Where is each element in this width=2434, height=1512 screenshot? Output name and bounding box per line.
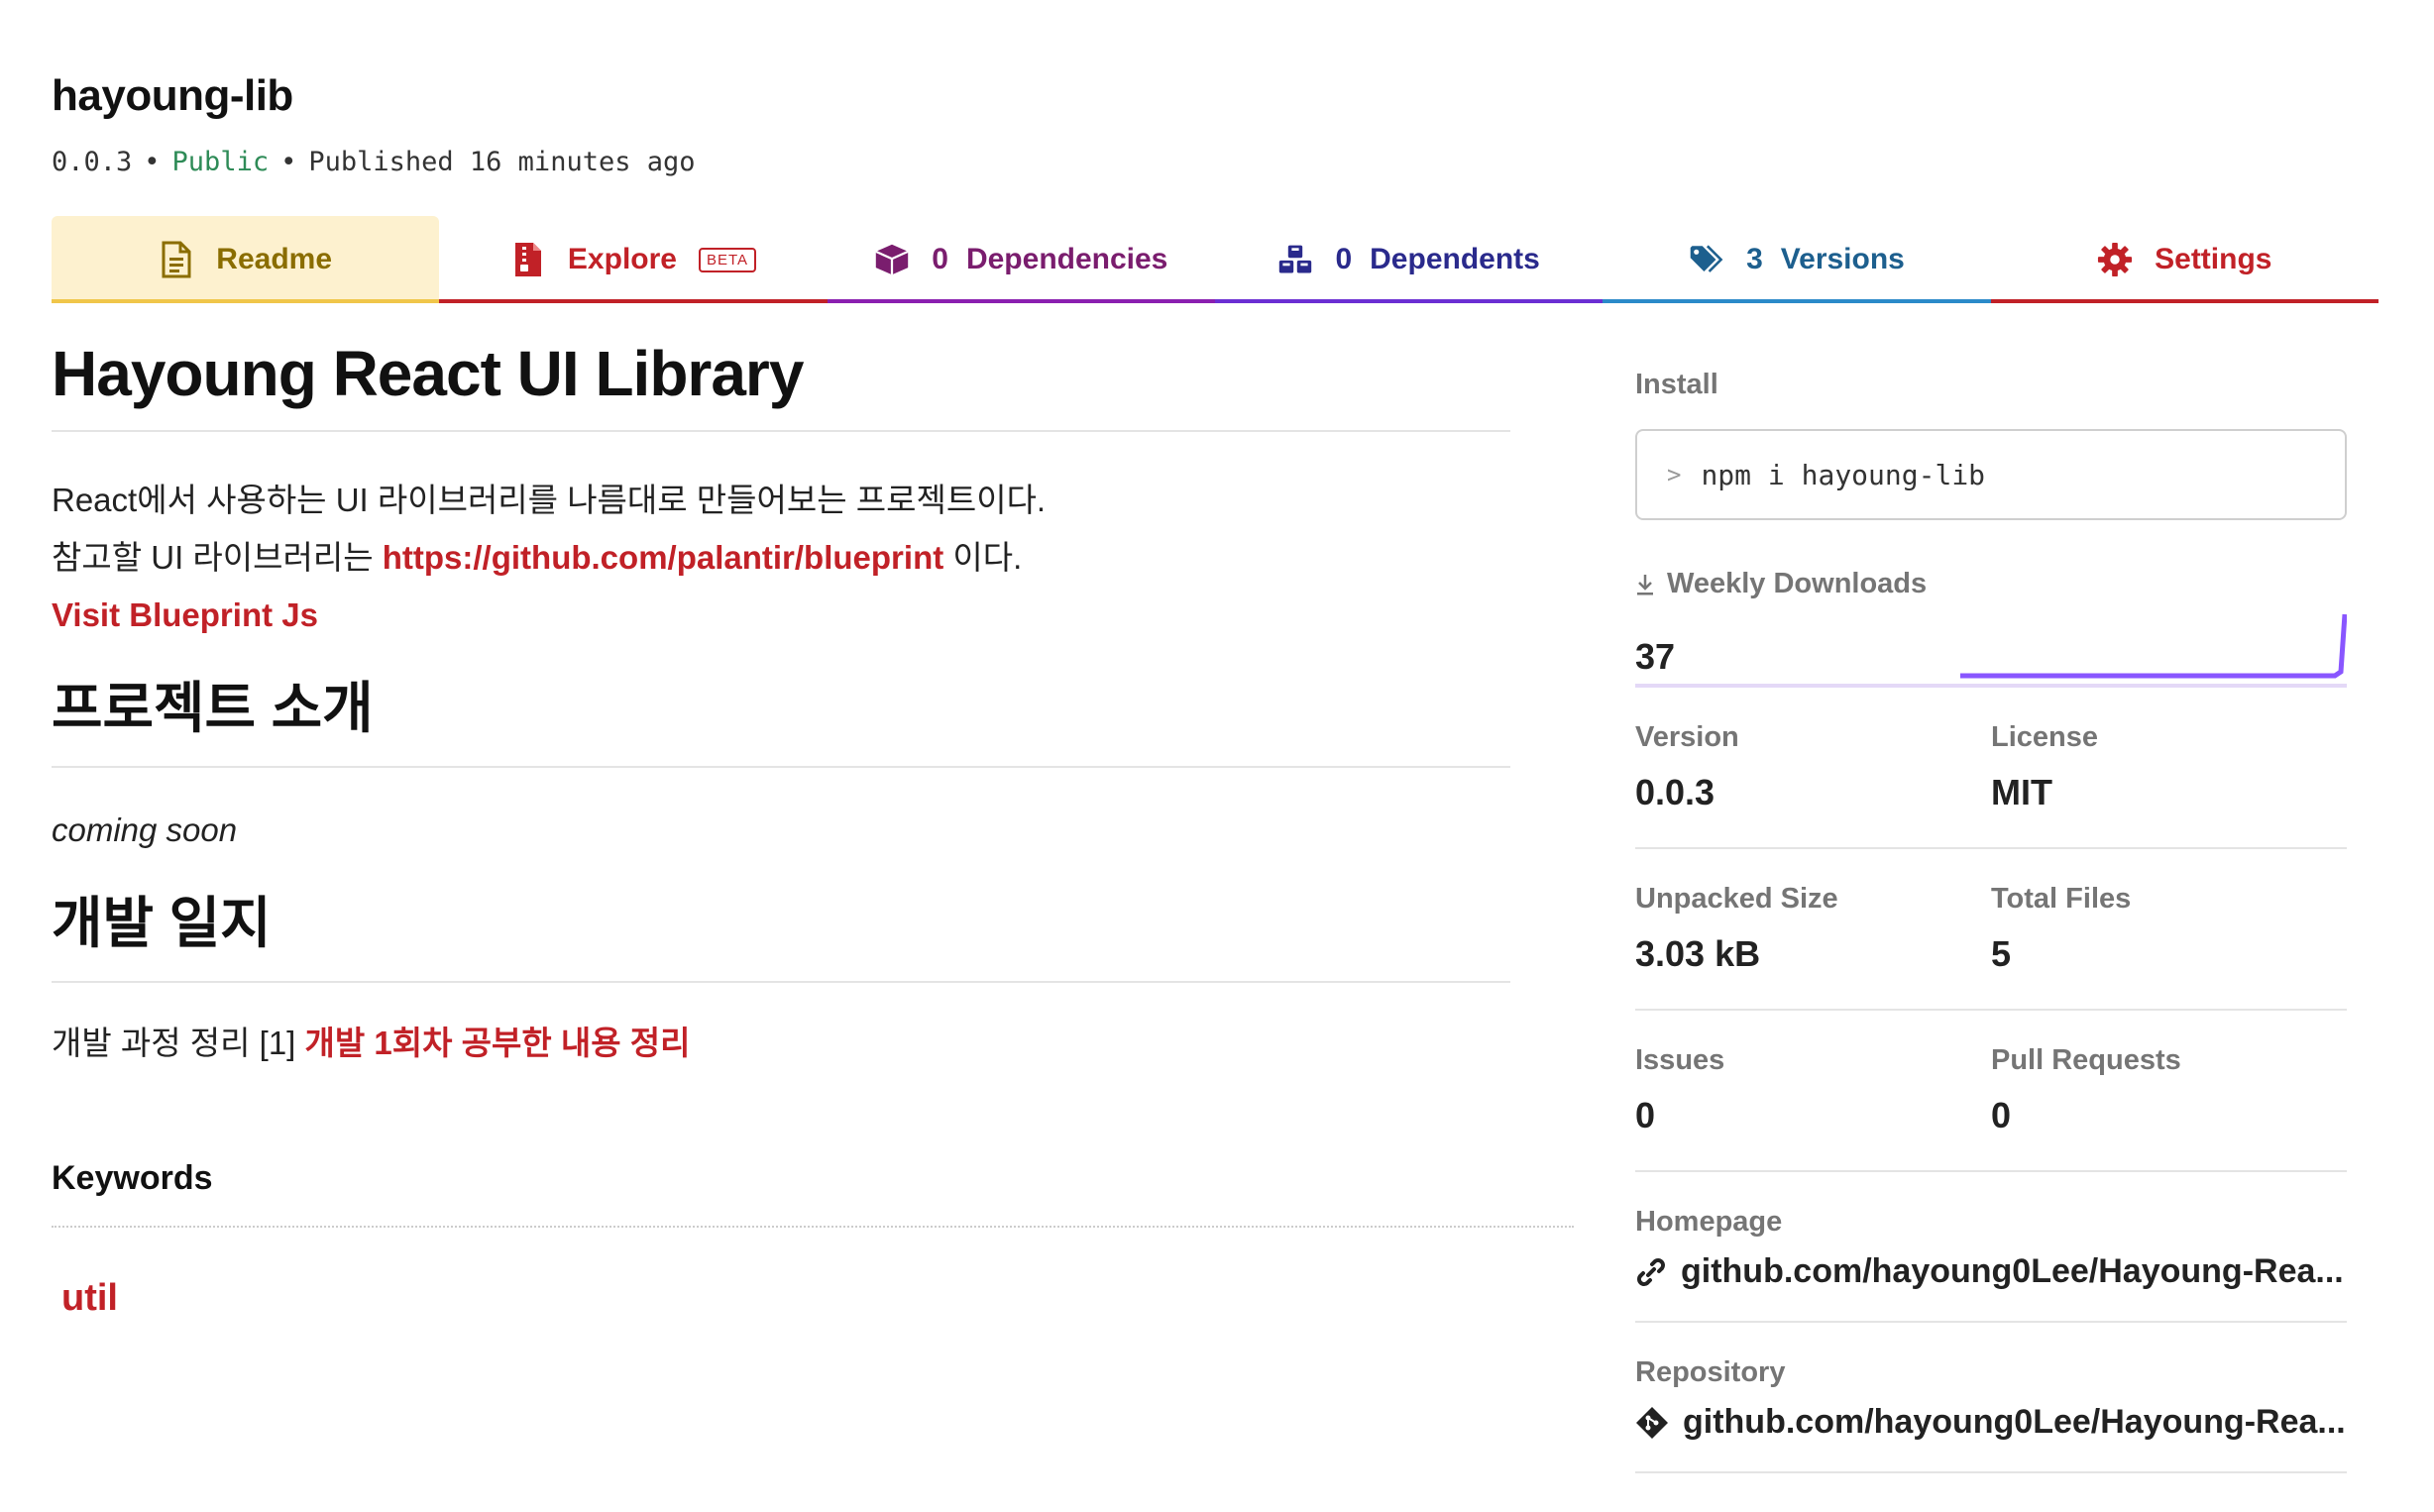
- weekly-downloads-label: Weekly Downloads: [1667, 568, 1928, 599]
- license-cell: License MIT: [1991, 721, 2347, 813]
- versions-count: 3: [1746, 243, 1763, 275]
- issues-value: 0: [1635, 1095, 1656, 1135]
- keyword-link[interactable]: util: [61, 1277, 118, 1320]
- terminal-prompt-icon: >: [1667, 461, 1682, 488]
- git-icon: [1635, 1406, 1669, 1440]
- tab-readme-label: Readme: [216, 243, 333, 275]
- keywords-heading: Keywords: [52, 1159, 1574, 1228]
- homepage-block: Homepage github.com/hayoung0Lee/Hayoung-…: [1635, 1172, 2347, 1323]
- issues-cell[interactable]: Issues 0: [1635, 1044, 1991, 1136]
- pull-requests-label: Pull Requests: [1991, 1044, 2181, 1076]
- license-value: MIT: [1991, 772, 2052, 812]
- package-sidebar: Install > npm i hayoung-lib Weekly Downl…: [1635, 369, 2347, 1473]
- tab-dependencies[interactable]: 0 Dependencies: [827, 216, 1216, 303]
- visit-blueprint-link[interactable]: Visit Blueprint Js: [52, 596, 318, 633]
- intro-suffix: 이다.: [943, 539, 1023, 576]
- version-label: Version: [1635, 721, 1739, 753]
- devlog-prefix: 개발 과정 정리 [1]: [52, 1025, 305, 1061]
- version-value: 0.0.3: [1635, 772, 1715, 812]
- total-files-value: 5: [1991, 933, 2012, 974]
- repository-label: Repository: [1635, 1356, 1786, 1388]
- unpacked-size-label: Unpacked Size: [1635, 883, 1838, 915]
- install-label: Install: [1635, 369, 1718, 400]
- section-devlog-body: 개발 과정 정리 [1] 개발 1회차 공부한 내용 정리: [52, 1015, 1510, 1072]
- tab-dependents-label: Dependents: [1370, 243, 1540, 275]
- total-files-label: Total Files: [1991, 883, 2132, 915]
- tab-readme[interactable]: Readme: [52, 216, 440, 303]
- tab-versions-label: Versions: [1780, 243, 1905, 275]
- version-cell: Version 0.0.3: [1635, 721, 1991, 813]
- section-project-intro-heading: 프로젝트 소개: [52, 664, 1510, 768]
- intro-prefix: 참고할 UI 라이브러리는: [52, 539, 383, 576]
- tab-dependencies-label: Dependencies: [965, 243, 1168, 275]
- published-time: Published 16 minutes ago: [308, 147, 696, 177]
- repository-url: github.com/hayoung0Lee/Hayoung-Rea...: [1683, 1403, 2346, 1441]
- weekly-downloads-value: 37: [1635, 636, 1676, 677]
- pull-requests-cell[interactable]: Pull Requests 0: [1991, 1044, 2347, 1136]
- link-icon: [1635, 1256, 1667, 1288]
- section-devlog-heading: 개발 일지: [52, 879, 1510, 983]
- tab-settings-label: Settings: [2155, 243, 2272, 275]
- download-icon: [1635, 573, 1655, 596]
- pull-requests-value: 0: [1991, 1095, 2012, 1135]
- readme-intro-line1: React에서 사용하는 UI 라이브러리를 나름대로 만들어보는 프로젝트이다…: [52, 482, 1047, 518]
- weekly-downloads-header: Weekly Downloads: [1635, 568, 2347, 600]
- tags-icon: [1689, 242, 1724, 277]
- issues-prs-row: Issues 0 Pull Requests 0: [1635, 1011, 2347, 1172]
- weekly-downloads-row: 37: [1635, 613, 2347, 688]
- dependencies-count: 0: [932, 243, 948, 275]
- repository-block: Repository github.com/hayoung0Lee/Hayoun…: [1635, 1323, 2347, 1473]
- package-version: 0.0.3: [52, 147, 133, 177]
- package-name: hayoung-lib: [52, 71, 293, 120]
- separator-dot: •: [144, 147, 161, 177]
- devlog-link[interactable]: 개발 1회차 공부한 내용 정리: [305, 1025, 691, 1061]
- readme-intro-line2: 참고할 UI 라이브러리는 https://github.com/palanti…: [52, 529, 1510, 587]
- readme-content: Hayoung React UI Library React에서 사용하는 UI…: [52, 337, 1510, 1072]
- package-header: hayoung-lib 0.0.3 • Public • Published 16 mi…: [52, 71, 696, 177]
- readme-title: Hayoung React UI Library: [52, 337, 1510, 432]
- install-command: npm i hayoung-lib: [1701, 458, 1986, 491]
- dependents-count: 0: [1335, 243, 1353, 275]
- issues-label: Issues: [1635, 1044, 1725, 1076]
- visibility-badge: Public: [171, 147, 270, 177]
- total-files-cell: Total Files 5: [1991, 883, 2347, 975]
- separator-dot: •: [280, 147, 297, 177]
- downloads-sparkline: [1960, 613, 2347, 679]
- tab-versions[interactable]: 3 Versions: [1603, 216, 1991, 303]
- beta-badge: BETA: [698, 247, 757, 272]
- boxes-icon: [1277, 242, 1313, 277]
- package-meta: 0.0.3 • Public • Published 16 minutes ago: [52, 147, 696, 177]
- readme-visit-line: Visit Blueprint Js: [52, 587, 1510, 644]
- tab-settings[interactable]: Settings: [1990, 216, 2379, 303]
- license-label: License: [1991, 721, 2098, 753]
- size-files-row: Unpacked Size 3.03 kB Total Files 5: [1635, 849, 2347, 1011]
- homepage-label: Homepage: [1635, 1206, 1783, 1238]
- package-tabs: Readme Explore BETA 0 Dependencies 0 Dep…: [52, 216, 2379, 303]
- box-icon: [874, 242, 910, 277]
- gear-icon: [2097, 242, 2133, 277]
- package-page: hayoung-lib 0.0.3 • Public • Published 16 mi…: [0, 0, 2434, 1512]
- document-icon: [159, 241, 194, 278]
- install-command-box[interactable]: > npm i hayoung-lib: [1635, 429, 2347, 520]
- homepage-link[interactable]: github.com/hayoung0Lee/Hayoung-Rea...: [1635, 1252, 2347, 1291]
- unpacked-size-value: 3.03 kB: [1635, 933, 1761, 974]
- tab-explore[interactable]: Explore BETA: [439, 216, 828, 303]
- homepage-url: github.com/hayoung0Lee/Hayoung-Rea...: [1681, 1252, 2344, 1290]
- tab-explore-label: Explore: [567, 243, 677, 275]
- repository-link[interactable]: github.com/hayoung0Lee/Hayoung-Rea...: [1635, 1403, 2347, 1442]
- zip-file-icon: [510, 242, 546, 277]
- keywords-section: Keywords util: [52, 1159, 1574, 1320]
- unpacked-size-cell: Unpacked Size 3.03 kB: [1635, 883, 1991, 975]
- blueprint-github-link[interactable]: https://github.com/palantir/blueprint: [383, 539, 943, 576]
- section-project-intro-body: coming soon: [52, 811, 238, 848]
- tab-dependents[interactable]: 0 Dependents: [1214, 216, 1604, 303]
- version-license-row: Version 0.0.3 License MIT: [1635, 688, 2347, 849]
